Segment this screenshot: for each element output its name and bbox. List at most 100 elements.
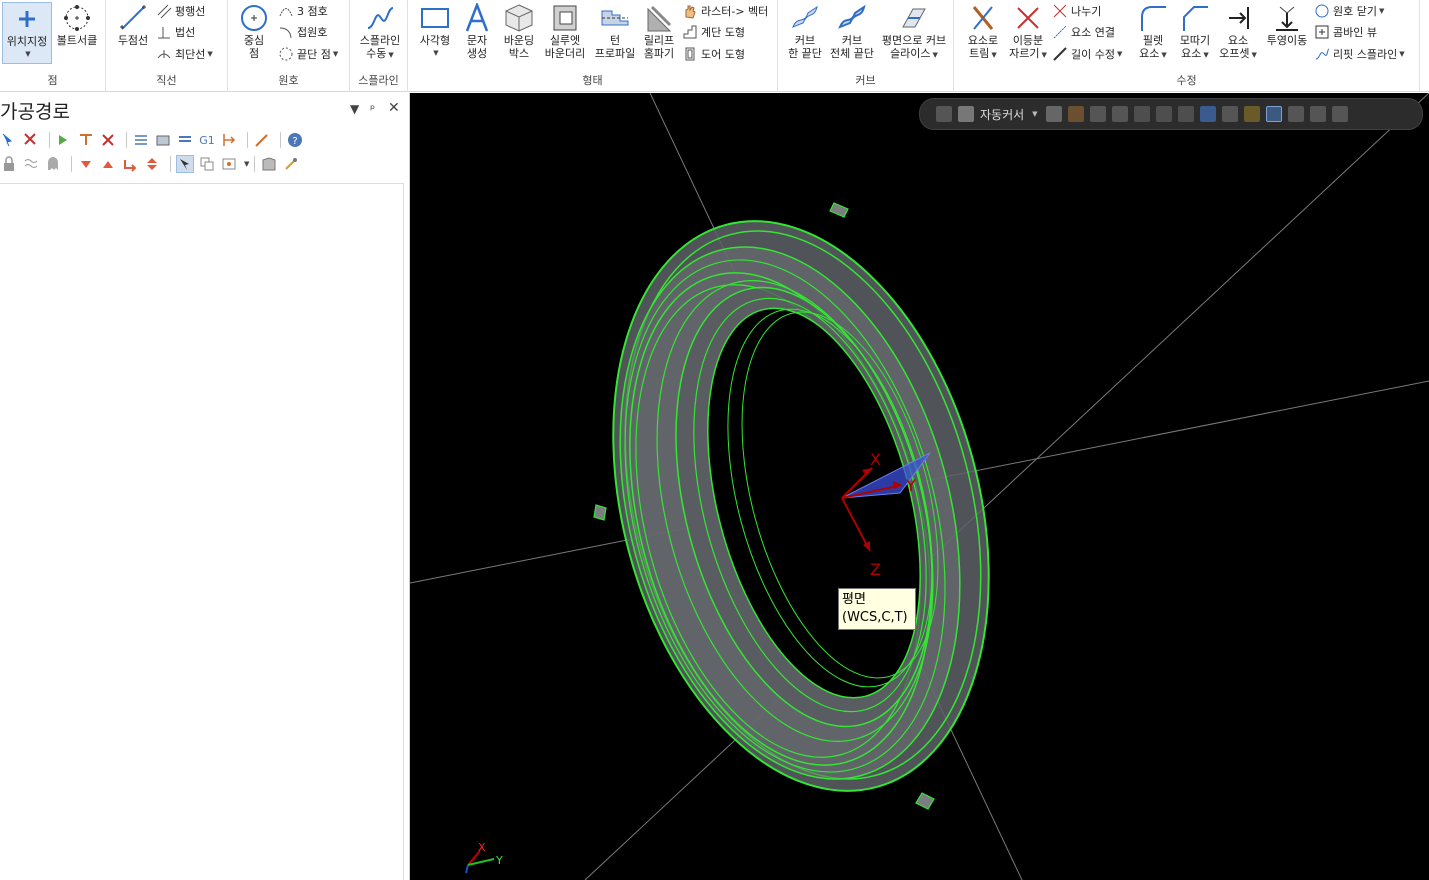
tool-settings-icon[interactable] — [282, 155, 300, 173]
break-button[interactable]: 나누기 — [1052, 2, 1101, 20]
select-arrow-icon[interactable] — [1089, 106, 1106, 122]
modify-length-button[interactable]: 길이 수정 ▼ — [1052, 45, 1122, 63]
select-chain-icon[interactable] — [1111, 106, 1128, 122]
bounding-box-button[interactable]: 바운딩 박스 — [500, 2, 538, 60]
plus-icon — [11, 3, 43, 35]
select-body-icon[interactable] — [1199, 106, 1216, 122]
graphics-toolbar: 자동커서 ▼ — [919, 98, 1423, 130]
chevron-down-icon[interactable]: ▼ — [244, 160, 249, 168]
panel-menu-dropdown-icon[interactable]: ▼ — [350, 102, 359, 116]
gear-icon[interactable] — [1309, 106, 1326, 122]
scroll-to-insert-icon[interactable] — [143, 155, 161, 173]
ring-model[interactable] — [554, 179, 1049, 833]
quick-mask-icon[interactable] — [1265, 106, 1282, 122]
silhouette-boundary-button[interactable]: 실루엣 바운더리 — [540, 2, 590, 60]
pin-icon[interactable]: ᵖ — [370, 102, 375, 116]
ribbon-group-point: 위치지정 ▼ 볼트서클 점 — [0, 0, 106, 92]
lock-icon[interactable] — [936, 106, 952, 122]
project-button[interactable]: 투영이동 — [1262, 2, 1312, 47]
end-point-button[interactable]: 끝단 점 ▼ — [278, 45, 338, 63]
chamfer-button[interactable]: 모따기 요소 ▼ — [1176, 2, 1214, 62]
offset-button[interactable]: 요소 오프셋 ▼ — [1216, 2, 1260, 62]
refit-spline-icon — [1314, 46, 1330, 62]
window-select-icon[interactable] — [1243, 106, 1260, 122]
position-point-button[interactable]: 위치지정 ▼ — [2, 2, 52, 64]
insert-arrow-icon[interactable] — [121, 155, 139, 173]
viewport-canvas[interactable]: X Y Z X Y — [410, 93, 1429, 880]
backplot-icon[interactable] — [132, 131, 150, 149]
cursor-icon[interactable] — [958, 106, 974, 122]
autocursor-dropdown[interactable]: 자동커서 — [980, 106, 1024, 123]
post-icon[interactable] — [220, 131, 238, 149]
undo-arrow-icon[interactable] — [1331, 106, 1348, 122]
toggle-display-icon[interactable] — [22, 155, 40, 173]
door-shape-button[interactable]: 도어 도형 — [682, 45, 745, 63]
turn-profile-button[interactable]: 턴 프로파일 — [592, 2, 638, 60]
chevron-down-icon[interactable]: ▼ — [25, 48, 30, 61]
deselect-icon[interactable] — [22, 131, 40, 149]
tangent-arc-icon — [278, 24, 294, 40]
curve-one-edge-button[interactable]: 커브 한 끝단 — [784, 2, 826, 60]
relief-groove-button[interactable]: 릴리프 홈파기 — [640, 2, 678, 60]
parallel-line-icon — [156, 3, 172, 19]
select-window-icon[interactable] — [1133, 106, 1150, 122]
magic-wand-icon[interactable] — [253, 131, 271, 149]
curve-all-edges-button[interactable]: 커브 전체 끝단 — [828, 2, 876, 60]
close-icon[interactable]: ✕ — [388, 100, 400, 116]
svg-text:?: ? — [292, 136, 297, 147]
lock-icon[interactable] — [0, 155, 18, 173]
clear-selection-icon[interactable] — [1287, 106, 1304, 122]
normal-line-button[interactable]: 법선 — [156, 23, 195, 41]
chevron-down-icon[interactable]: ▼ — [1032, 110, 1037, 118]
simulate-icon[interactable] — [176, 131, 194, 149]
regenerate-selected-icon[interactable] — [55, 131, 73, 149]
tangent-arc-button[interactable]: 접원호 — [278, 23, 327, 41]
select-solid-icon[interactable] — [1155, 106, 1172, 122]
close-arc-button[interactable]: 원호 닫기 ▼ — [1314, 2, 1384, 20]
select-mode-icon[interactable] — [1221, 106, 1238, 122]
stock-model-icon[interactable] — [260, 155, 278, 173]
graphics-viewport[interactable]: X Y Z X Y 자동커서 ▼ 평면 (WCS,C,T) — [410, 93, 1429, 880]
turn-profile-icon — [599, 2, 631, 34]
show-selected-icon[interactable] — [198, 155, 216, 173]
raster-to-vector-button[interactable]: 라스터-> 벡터 — [682, 2, 768, 20]
refit-spline-button[interactable]: 리핏 스플라인 ▼ — [1314, 45, 1405, 63]
verify-icon[interactable] — [154, 131, 172, 149]
three-point-arc-button[interactable]: 3 점호 — [278, 2, 328, 20]
axis-z-label: Z — [870, 560, 881, 579]
ghost-icon[interactable] — [44, 155, 62, 173]
trim-by-element-button[interactable]: 요소로 트림 ▼ — [960, 2, 1006, 62]
move-up-icon[interactable] — [99, 155, 117, 173]
fillet-button[interactable]: 필렛 요소 ▼ — [1134, 2, 1172, 62]
bolt-circle-button[interactable]: 볼트서클 — [54, 2, 100, 47]
toolpath-tree[interactable] — [0, 183, 404, 880]
select-all-icon[interactable] — [0, 131, 18, 149]
move-down-icon[interactable] — [77, 155, 95, 173]
select-only-icon[interactable] — [176, 155, 194, 173]
ribbon-group-curve: 커브 한 끝단 커브 전체 끝단 평면으로 커브 슬라이스 ▼ 커브 — [778, 0, 954, 92]
stair-shape-button[interactable]: 계단 도형 — [682, 23, 745, 41]
parallel-line-button[interactable]: 평행선 — [156, 2, 205, 20]
center-point-arc-button[interactable]: 중심 점 — [236, 2, 272, 60]
fillet-icon — [1137, 2, 1169, 34]
rectangle-button[interactable]: 사각형 ▼ — [416, 2, 454, 60]
combine-views-button[interactable]: 콤바인 뷰 — [1314, 23, 1377, 41]
display-options-icon[interactable] — [220, 155, 238, 173]
curve-slice-button[interactable]: 평면으로 커브 슬라이스 ▼ — [878, 2, 950, 62]
join-elements-button[interactable]: 요소 연결 — [1052, 23, 1115, 41]
help-icon[interactable]: ? — [286, 131, 304, 149]
two-point-line-button[interactable]: 두점선 — [112, 2, 154, 47]
g1-icon[interactable]: G1 — [198, 131, 216, 149]
regenerate-all-icon[interactable] — [99, 131, 117, 149]
panel-title: 가공경로 — [0, 101, 70, 123]
regenerate-dirty-icon[interactable] — [77, 131, 95, 149]
length-icon — [1052, 46, 1068, 62]
xyz-input-icon[interactable] — [1045, 106, 1062, 122]
select-face-icon[interactable] — [1177, 106, 1194, 122]
divide-trim-button[interactable]: 이등분 자르기 ▼ — [1006, 2, 1050, 62]
axis-x-label: X — [870, 450, 881, 469]
closest-line-button[interactable]: 최단선 ▼ — [156, 45, 213, 63]
manual-spline-button[interactable]: 스플라인 수동 ▼ — [356, 2, 404, 62]
point-snap-icon[interactable] — [1067, 106, 1084, 122]
text-create-button[interactable]: 문자 생성 — [460, 2, 494, 60]
